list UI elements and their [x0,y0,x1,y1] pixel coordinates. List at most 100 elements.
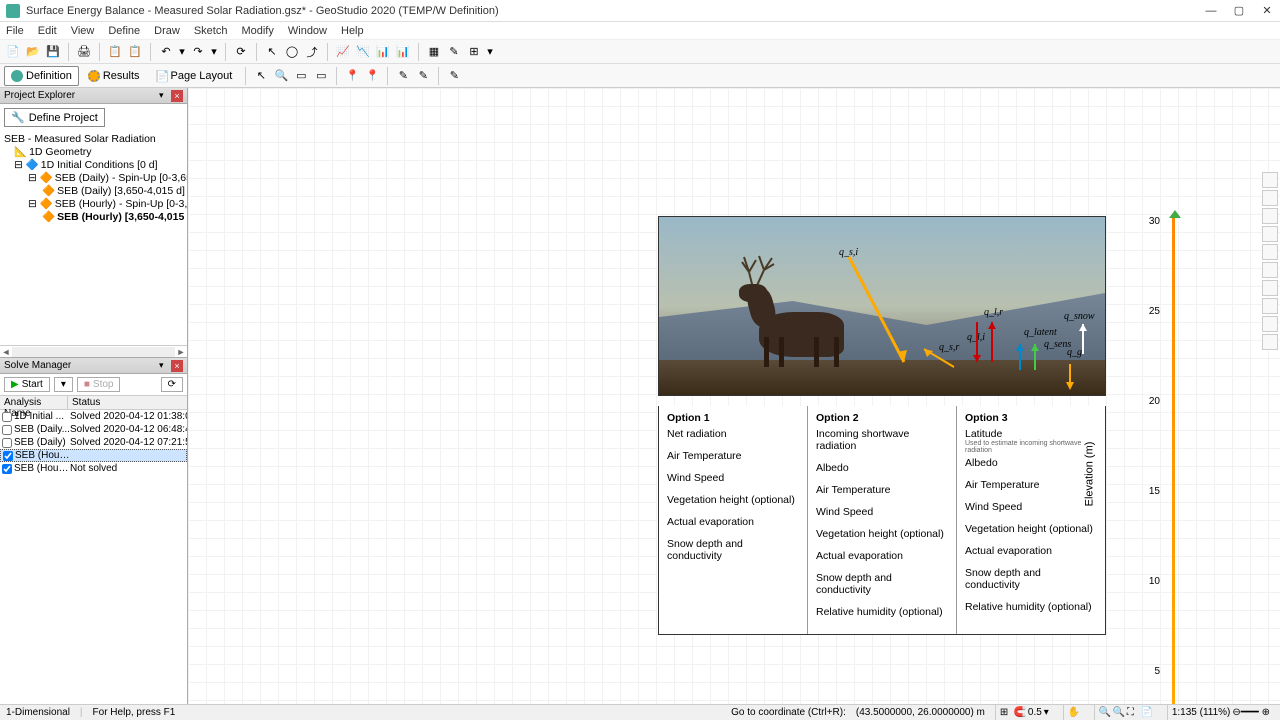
menu-define[interactable]: Define [108,25,140,37]
tree-initial-conditions[interactable]: ⊟ 🔷 1D Initial Conditions [0 d] [4,159,183,172]
grid-dropdown-icon[interactable]: ▾ [485,43,495,61]
status-zoom[interactable]: 1:135 (111%) [1172,707,1231,718]
tab-page-layout[interactable]: 📄Page Layout [149,66,240,86]
select-icon[interactable]: ↖ [252,67,270,85]
grid-snap-icon[interactable]: ⊞ [1000,707,1012,719]
zoom-select-icon[interactable]: 🔍 [272,67,290,85]
open-icon[interactable]: 📂 [24,43,42,61]
status-coords: (43.5000000, 26.0000000) m [856,707,985,718]
close-button[interactable]: ✕ [1260,4,1274,18]
region2-icon[interactable]: ▭ [312,67,330,85]
graph4-icon[interactable]: 📊 [394,43,412,61]
undo-dropdown-icon[interactable]: ▾ [177,43,187,61]
pin-icon[interactable]: ▾ [159,90,171,102]
save-icon[interactable]: 💾 [44,43,62,61]
print-icon[interactable]: 🖨 [75,43,93,61]
redo-icon[interactable]: ↷ [189,43,207,61]
menu-window[interactable]: Window [288,25,327,37]
pin-icon[interactable]: ▾ [159,360,171,372]
minimize-button[interactable]: — [1204,4,1218,18]
refresh-icon[interactable]: ⟳ [232,43,250,61]
rtool-9-icon[interactable] [1262,316,1278,332]
menu-view[interactable]: View [71,25,95,37]
pen1-icon[interactable]: ✎ [394,67,412,85]
redo-dropdown-icon[interactable]: ▾ [209,43,219,61]
close-panel-icon[interactable]: × [171,360,183,372]
zoom-page-icon[interactable]: 📄 [1141,707,1153,719]
graph1-icon[interactable]: 📈 [334,43,352,61]
app-icon [6,4,20,18]
pen2-icon[interactable]: ✎ [414,67,432,85]
tool-lasso-icon[interactable]: ◯ [283,43,301,61]
solve-row[interactable]: SEB (Daily)Solved 2020-04-12 07:21:50 PM [0,436,187,449]
copy-icon[interactable]: 📋 [106,43,124,61]
project-explorer-header: Project Explorer ▾ × [0,88,187,104]
tree-daily-spinup[interactable]: ⊟ 🔶 SEB (Daily) - Spin-Up [0-3,650 d] [4,172,183,185]
material-icon[interactable]: ✎ [445,43,463,61]
grid-icon[interactable]: ⊞ [465,43,483,61]
rtool-10-icon[interactable] [1262,334,1278,350]
tab-definition[interactable]: Definition [4,66,79,86]
menu-edit[interactable]: Edit [38,25,57,37]
tree-geometry[interactable]: 📐 1D Geometry [4,146,183,159]
solve-row-checkbox[interactable] [2,425,12,435]
solve-row[interactable]: SEB (Hourly)Not solved [0,462,187,475]
graph2-icon[interactable]: 📉 [354,43,372,61]
solve-row[interactable]: SEB (Hourly) - Spin-Up...d [0,449,187,462]
menu-modify[interactable]: Modify [241,25,273,37]
new-icon[interactable]: 📄 [4,43,22,61]
view-toolbar: Definition Results 📄Page Layout ↖ 🔍 ▭ ▭ … [0,64,1280,88]
scroll-left-icon[interactable]: ◄ [0,347,12,357]
mesh-icon[interactable]: ▦ [425,43,443,61]
bc2-icon[interactable]: 📍 [363,67,381,85]
close-panel-icon[interactable]: × [171,90,183,102]
solve-row[interactable]: 1D Initial ...Solved 2020-04-12 01:38:02… [0,410,187,423]
start-button[interactable]: ▶Start [4,377,50,392]
menu-file[interactable]: File [6,25,24,37]
project-tree[interactable]: SEB - Measured Solar Radiation 📐 1D Geom… [0,131,187,345]
region-icon[interactable]: ▭ [292,67,310,85]
solve-row-checkbox[interactable] [2,464,12,474]
tool-curve-icon[interactable]: ⤴ [303,43,321,61]
pan-icon[interactable]: ✋ [1068,707,1080,719]
tool-pointer-icon[interactable]: ↖ [263,43,281,61]
paste-icon[interactable]: 📋 [126,43,144,61]
bc-icon[interactable]: 📍 [343,67,361,85]
zoom-fit-icon[interactable]: ⛶ [1127,707,1139,719]
menu-sketch[interactable]: Sketch [194,25,228,37]
tab-results[interactable]: Results [81,66,147,86]
solve-row[interactable]: SEB (Daily...Solved 2020-04-12 06:48:42 … [0,423,187,436]
define-project-button[interactable]: 🔧 Define Project [4,108,105,127]
menu-help[interactable]: Help [341,25,364,37]
zoom-out-icon[interactable]: 🔍 [1113,707,1125,719]
menu-draw[interactable]: Draw [154,25,180,37]
rtool-6-icon[interactable] [1262,262,1278,278]
graph3-icon[interactable]: 📊 [374,43,392,61]
zoom-in-icon[interactable]: 🔍 [1099,707,1111,719]
rtool-2-icon[interactable] [1262,190,1278,206]
rtool-4-icon[interactable] [1262,226,1278,242]
rtool-3-icon[interactable] [1262,208,1278,224]
rtool-5-icon[interactable] [1262,244,1278,260]
rtool-8-icon[interactable] [1262,298,1278,314]
magnet-icon[interactable]: 🧲 [1014,707,1026,719]
solve-row-checkbox[interactable] [2,438,12,448]
tree-hourly-spinup[interactable]: ⊟ 🔶 SEB (Hourly) - Spin-Up [0-3,650 d] [4,198,183,211]
tree-hourly[interactable]: 🔶 SEB (Hourly) [3,650-4,015 d] [4,211,183,224]
refresh-button[interactable]: ⟳ [161,377,183,392]
tree-scrollbar[interactable]: ◄ ► [0,345,187,357]
rtool-1-icon[interactable] [1262,172,1278,188]
canvas[interactable]: q_s,i q_l,r q_l,i q_s,r q_latent q_sens … [188,88,1280,708]
undo-icon[interactable]: ↶ [157,43,175,61]
maximize-button[interactable]: ▢ [1232,4,1246,18]
start-dropdown[interactable]: ▾ [54,377,73,392]
scroll-right-icon[interactable]: ► [175,347,187,357]
stop-button[interactable]: ■Stop [77,377,121,392]
rtool-7-icon[interactable] [1262,280,1278,296]
tree-root[interactable]: SEB - Measured Solar Radiation [4,133,183,146]
solve-row-checkbox[interactable] [2,412,12,422]
elevation-marker-top[interactable] [1169,210,1181,218]
pen3-icon[interactable]: ✎ [445,67,463,85]
tree-daily[interactable]: 🔶 SEB (Daily) [3,650-4,015 d] [4,185,183,198]
solve-row-checkbox[interactable] [3,451,13,461]
